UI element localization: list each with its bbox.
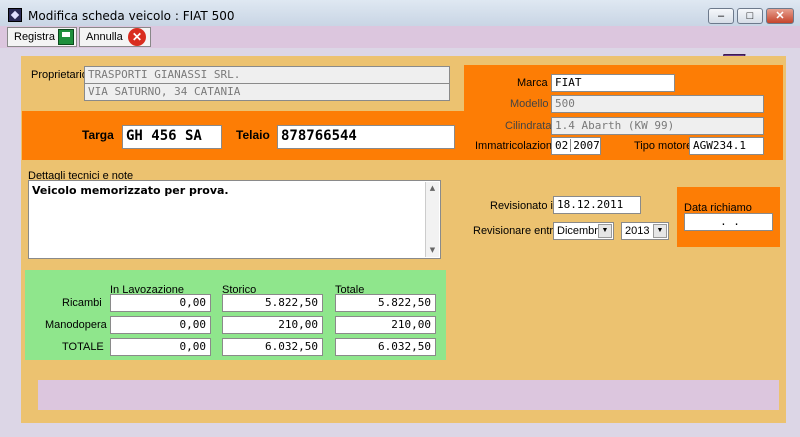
save-button[interactable]: Registra bbox=[7, 27, 77, 47]
targa-field[interactable]: GH 456 SA bbox=[122, 125, 222, 149]
close-button[interactable]: ✕ bbox=[766, 8, 794, 24]
notes-scrollbar[interactable]: ▲ ▼ bbox=[425, 182, 439, 257]
costs-cell[interactable]: 0,00 bbox=[110, 316, 211, 334]
costs-row-label: TOTALE bbox=[62, 341, 104, 353]
cancel-icon: ✕ bbox=[128, 28, 146, 46]
costs-cell[interactable]: 0,00 bbox=[110, 338, 211, 356]
notes-text: Veicolo memorizzato per prova. bbox=[32, 184, 229, 197]
tipo-motore-label: Tipo motore bbox=[634, 140, 693, 152]
richiamo-field[interactable]: . . bbox=[684, 213, 773, 231]
revisionare-entro-label: Revisionare entro bbox=[473, 225, 560, 237]
status-footer bbox=[38, 380, 779, 410]
cilindrata-label: Cilindrata bbox=[505, 120, 552, 132]
modello-label: Modello bbox=[510, 98, 549, 110]
window-title: Modifica scheda veicolo : FIAT 500 bbox=[28, 9, 235, 23]
costs-cell[interactable]: 5.822,50 bbox=[222, 294, 323, 312]
revisionato-label: Revisionato il bbox=[490, 200, 556, 212]
costs-row-label: Ricambi bbox=[62, 297, 102, 309]
immatricolazione-year: 2007 bbox=[570, 139, 600, 152]
costs-cell[interactable]: 6.032,50 bbox=[222, 338, 323, 356]
scroll-down-icon[interactable]: ▼ bbox=[426, 244, 439, 257]
immatricolazione-field[interactable]: 02 2007 bbox=[551, 137, 601, 155]
targa-label: Targa bbox=[82, 128, 114, 142]
marca-label: Marca bbox=[517, 77, 548, 89]
cilindrata-field[interactable]: 1.4 Abarth (KW 99) bbox=[551, 117, 764, 135]
minimize-button[interactable]: ‒ bbox=[708, 8, 734, 24]
chevron-down-icon: ▼ bbox=[653, 224, 667, 238]
costs-row-label: Manodopera bbox=[45, 319, 107, 331]
marca-field[interactable]: FIAT bbox=[551, 74, 675, 92]
save-icon bbox=[58, 29, 74, 45]
costs-cell[interactable]: 0,00 bbox=[110, 294, 211, 312]
owner-label: Proprietario bbox=[31, 69, 88, 81]
maximize-button[interactable]: □ bbox=[737, 8, 763, 24]
costs-cell[interactable]: 6.032,50 bbox=[335, 338, 436, 356]
owner-address-field[interactable]: VIA SATURNO, 34 CATANIA bbox=[84, 83, 450, 101]
cancel-button[interactable]: Annulla ✕ bbox=[79, 27, 151, 47]
entro-year-select[interactable]: 2013 ▼ bbox=[621, 222, 669, 240]
toolbar: Registra Annulla ✕ bbox=[0, 26, 800, 71]
telaio-label: Telaio bbox=[236, 128, 270, 142]
entro-year-value: 2013 bbox=[625, 225, 650, 237]
revisionato-field[interactable]: 18.12.2011 bbox=[553, 196, 641, 214]
costs-cell[interactable]: 5.822,50 bbox=[335, 294, 436, 312]
cancel-button-label: Annulla bbox=[86, 31, 123, 43]
telaio-field[interactable]: 878766544 bbox=[277, 125, 455, 149]
app-icon bbox=[8, 8, 22, 22]
costs-cell[interactable]: 210,00 bbox=[222, 316, 323, 334]
entro-month-select[interactable]: Dicembre ▼ bbox=[553, 222, 614, 240]
costs-cell[interactable]: 210,00 bbox=[335, 316, 436, 334]
modello-field[interactable]: 500 bbox=[551, 95, 764, 113]
scroll-up-icon[interactable]: ▲ bbox=[426, 182, 439, 195]
tipo-motore-field[interactable]: AGW234.1 bbox=[689, 137, 764, 155]
notes-textarea[interactable]: Veicolo memorizzato per prova. ▲ ▼ bbox=[28, 180, 441, 259]
immatricolazione-month: 02 bbox=[555, 139, 569, 152]
immatricolazione-label: Immatricolazione bbox=[475, 140, 559, 152]
save-button-label: Registra bbox=[14, 31, 55, 43]
chevron-down-icon: ▼ bbox=[598, 224, 612, 238]
owner-name-field[interactable]: TRASPORTI GIANASSI SRL. bbox=[84, 66, 450, 84]
